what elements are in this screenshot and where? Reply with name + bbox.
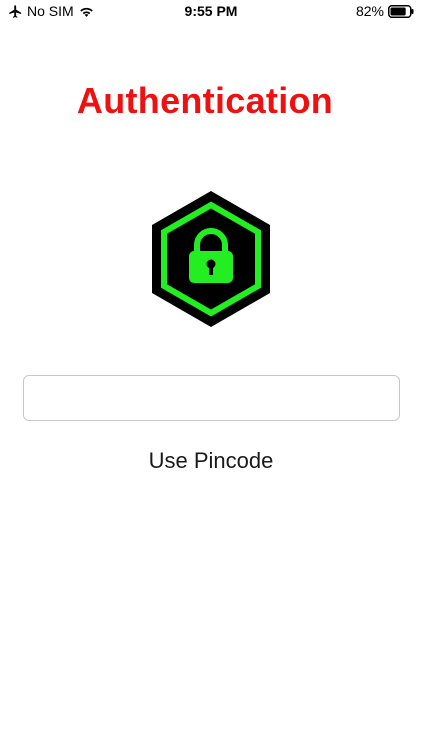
pincode-input[interactable]: [23, 375, 400, 421]
lock-emblem: [151, 191, 271, 327]
status-right: 82%: [356, 3, 414, 19]
battery-percent: 82%: [355, 3, 384, 19]
status-bar: No SIM 9:55 PM 82%: [0, 0, 422, 24]
lock-keyhole-slot: [209, 265, 213, 275]
auth-screen: No SIM 9:55 PM 82% Authentication Use Pi…: [0, 0, 422, 750]
page-title: Authentication: [76, 80, 334, 121]
use-pincode-button[interactable]: Use Pincode: [0, 448, 422, 474]
battery-icon: [388, 4, 414, 18]
lock-icon: [152, 191, 270, 327]
